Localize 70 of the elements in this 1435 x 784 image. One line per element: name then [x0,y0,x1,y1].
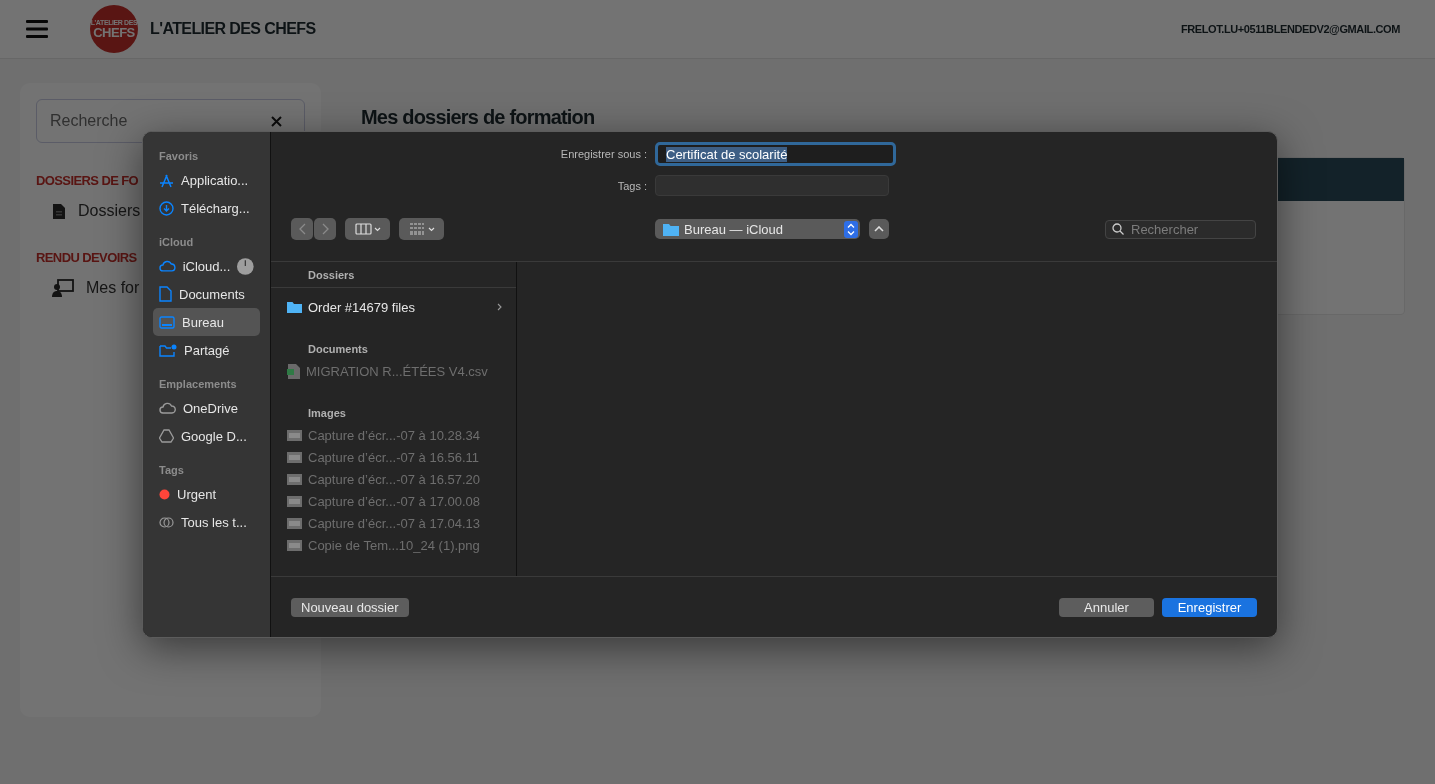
spreadsheet-icon [287,363,300,379]
section-heading: DOSSIERS DE FO [36,173,139,188]
field-label: Enregistrer sous : [559,148,647,160]
document-icon [52,202,66,220]
sidebar-item[interactable]: Mes for [52,279,140,297]
sidebar-heading: Favoris [158,150,200,162]
view-button[interactable] [345,218,390,240]
group-heading: Dossiers [271,268,516,288]
sidebar-item[interactable]: OneDrive [153,394,260,422]
drive-icon [159,429,174,443]
sidebar-heading: iCloud [158,236,195,248]
sidebar-item[interactable]: iCloud... [153,252,260,280]
desktop-icon [159,315,175,329]
image-thumbnail-icon [287,539,302,551]
cancel-button[interactable]: Annuler [1059,597,1154,617]
user-email[interactable]: FRELOT.LU+0511BLENDEDV2@GMAIL.COM [1180,23,1400,35]
back-button[interactable] [291,218,313,240]
search-field[interactable]: Rechercher [1105,219,1256,239]
cloud-icon [159,260,176,272]
expand-button[interactable] [869,219,889,239]
new-folder-button[interactable]: Nouveau dossier [291,597,409,617]
sidebar-item[interactable]: Partagé [153,336,260,364]
sidebar-item[interactable]: Google D... [153,422,260,450]
image-thumbnail-icon [287,517,302,529]
menu-icon[interactable] [26,20,48,38]
shared-folder-icon [159,343,177,357]
location-popup[interactable]: Bureau — iCloud [655,219,860,239]
image-thumbnail-icon [287,451,302,463]
image-thumbnail-icon [287,473,302,485]
cloud-icon [159,402,176,414]
sidebar-heading: Tags [158,464,185,476]
site-title: L'ATELIER DES CHEFS [150,20,316,38]
field-label: Tags : [616,179,647,192]
group-heading: Images [307,406,347,420]
folder-icon [663,222,679,236]
apps-icon [159,172,174,188]
grid-icon [408,223,435,235]
chevron-right-icon [497,303,502,311]
close-icon[interactable] [271,115,282,127]
document-icon [159,286,172,302]
download-icon [159,200,174,216]
image-thumbnail-icon [287,429,302,441]
sidebar-item[interactable]: Applicatio... [153,166,260,194]
logo-text: CHEFS [93,26,135,39]
sidebar-item[interactable]: Télécharg... [153,194,260,222]
stepper-icon [844,220,858,238]
sidebar-item[interactable]: Bureau [153,308,260,336]
sidebar-heading: Emplacements [158,378,238,390]
presenter-icon [52,279,74,297]
save-button[interactable]: Enregistrer [1162,597,1257,617]
section-heading: RENDU DEVOIRS [36,250,137,265]
tags-icon [159,516,174,528]
search-icon [1112,223,1124,235]
page-title: Mes dossiers de formation [361,105,596,129]
chevron-left-icon [298,223,306,235]
columns-icon [354,223,381,235]
sidebar-item[interactable]: Tous les t... [153,508,260,536]
sidebar-item[interactable]: Documents [153,280,260,308]
folder-icon [287,301,302,313]
forward-button[interactable] [314,218,336,240]
chevron-right-icon [321,223,329,235]
filename-field[interactable]: Certificat de scolarité [655,142,896,166]
file-row[interactable]: Order #14679 files [271,296,516,318]
image-thumbnail-icon [287,495,302,507]
group-button[interactable] [399,218,444,240]
chevron-up-icon [874,226,884,232]
tag-dot [159,488,170,500]
sidebar-item[interactable]: Dossiers [52,202,141,220]
sidebar-item[interactable]: Urgent [153,480,260,508]
group-heading: Documents [307,342,369,356]
